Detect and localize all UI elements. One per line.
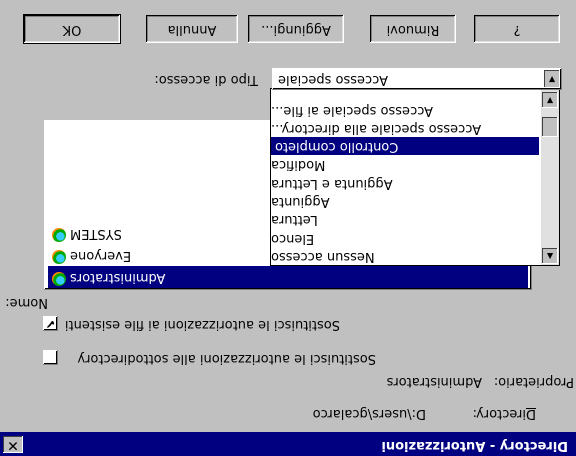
close-icon: ✕	[7, 437, 19, 453]
arrow-down-icon: ▼	[548, 75, 556, 84]
access-type-combobox[interactable]: ▼ Accesso speciale	[272, 68, 562, 90]
arrow-down-icon: ▼	[546, 96, 554, 105]
close-button[interactable]: ✕	[3, 436, 23, 453]
scroll-down-button[interactable]: ▼	[542, 92, 558, 108]
dialog-window: Directory - Autorizzazioni ✕ Directory: …	[0, 0, 576, 456]
replace-subdirs-label: Sostituisci le autorizzazioni alle sotto…	[77, 351, 376, 366]
dropdown-scrollbar[interactable]: ▲ ▼	[541, 89, 559, 265]
list-item-system[interactable]: SYSTEM	[48, 222, 122, 244]
check-icon: ✔	[45, 317, 56, 331]
ok-button[interactable]: OK	[23, 14, 121, 44]
directory-value: D:\users\gcalarco	[312, 406, 426, 421]
access-type-dropdown-button[interactable]: ▼	[544, 70, 560, 88]
access-option-aggiunta-lettura[interactable]: Aggiunta e Lettura	[271, 174, 535, 192]
replace-files-checkbox[interactable]: ✔	[43, 316, 58, 331]
group-icon	[52, 272, 66, 286]
list-item-everyone[interactable]: Everyone	[48, 244, 131, 266]
replace-files-label: Sostituisci le autorizzazioni ai file es…	[64, 317, 340, 332]
scroll-up-button[interactable]: ▲	[542, 248, 558, 264]
list-item-label: Everyone	[70, 248, 132, 263]
arrow-up-icon: ▲	[546, 252, 554, 261]
owner-value: Administrators	[386, 374, 482, 389]
cancel-button[interactable]: Annulla	[146, 15, 238, 43]
access-option-aggiunta[interactable]: Aggiunta	[271, 192, 535, 210]
access-option-speciale-file[interactable]: Accesso speciale ai file...	[271, 101, 535, 119]
access-type-dropdown-list[interactable]: Nessun accesso Elenco Lettura Aggiunta A…	[270, 88, 560, 266]
list-item-label: Administrators	[70, 270, 166, 285]
window-title: Directory - Autorizzazioni	[381, 438, 568, 453]
help-button[interactable]: ?	[474, 15, 560, 43]
title-bar[interactable]: Directory - Autorizzazioni ✕	[0, 432, 576, 456]
access-option-speciale-directory[interactable]: Accesso speciale alla directory...	[271, 119, 535, 137]
access-type-value: Accesso speciale	[278, 72, 388, 87]
access-option-modifica[interactable]: Modifica	[271, 155, 535, 173]
access-option-elenco[interactable]: Elenco	[271, 229, 535, 247]
access-type-label: Tipo di accesso:	[154, 72, 258, 87]
remove-button[interactable]: Rimuovi	[370, 15, 456, 43]
list-item-administrators[interactable]: Administrators	[48, 266, 528, 288]
access-option-lettura[interactable]: Lettura	[271, 210, 535, 228]
scroll-thumb[interactable]	[542, 117, 558, 137]
group-icon	[52, 250, 66, 264]
owner-label: Proprietario:	[493, 374, 574, 389]
access-option-nessun[interactable]: Nessun accesso	[271, 247, 535, 265]
names-label: Nome:	[5, 295, 48, 310]
access-option-controllo-completo[interactable]: Controllo completo	[271, 137, 539, 155]
replace-subdirs-checkbox[interactable]	[43, 350, 58, 365]
list-item-label: SYSTEM	[70, 226, 122, 241]
add-button[interactable]: Aggiungi...	[248, 15, 344, 43]
group-icon	[52, 228, 66, 242]
directory-label: Directory:	[472, 406, 536, 421]
